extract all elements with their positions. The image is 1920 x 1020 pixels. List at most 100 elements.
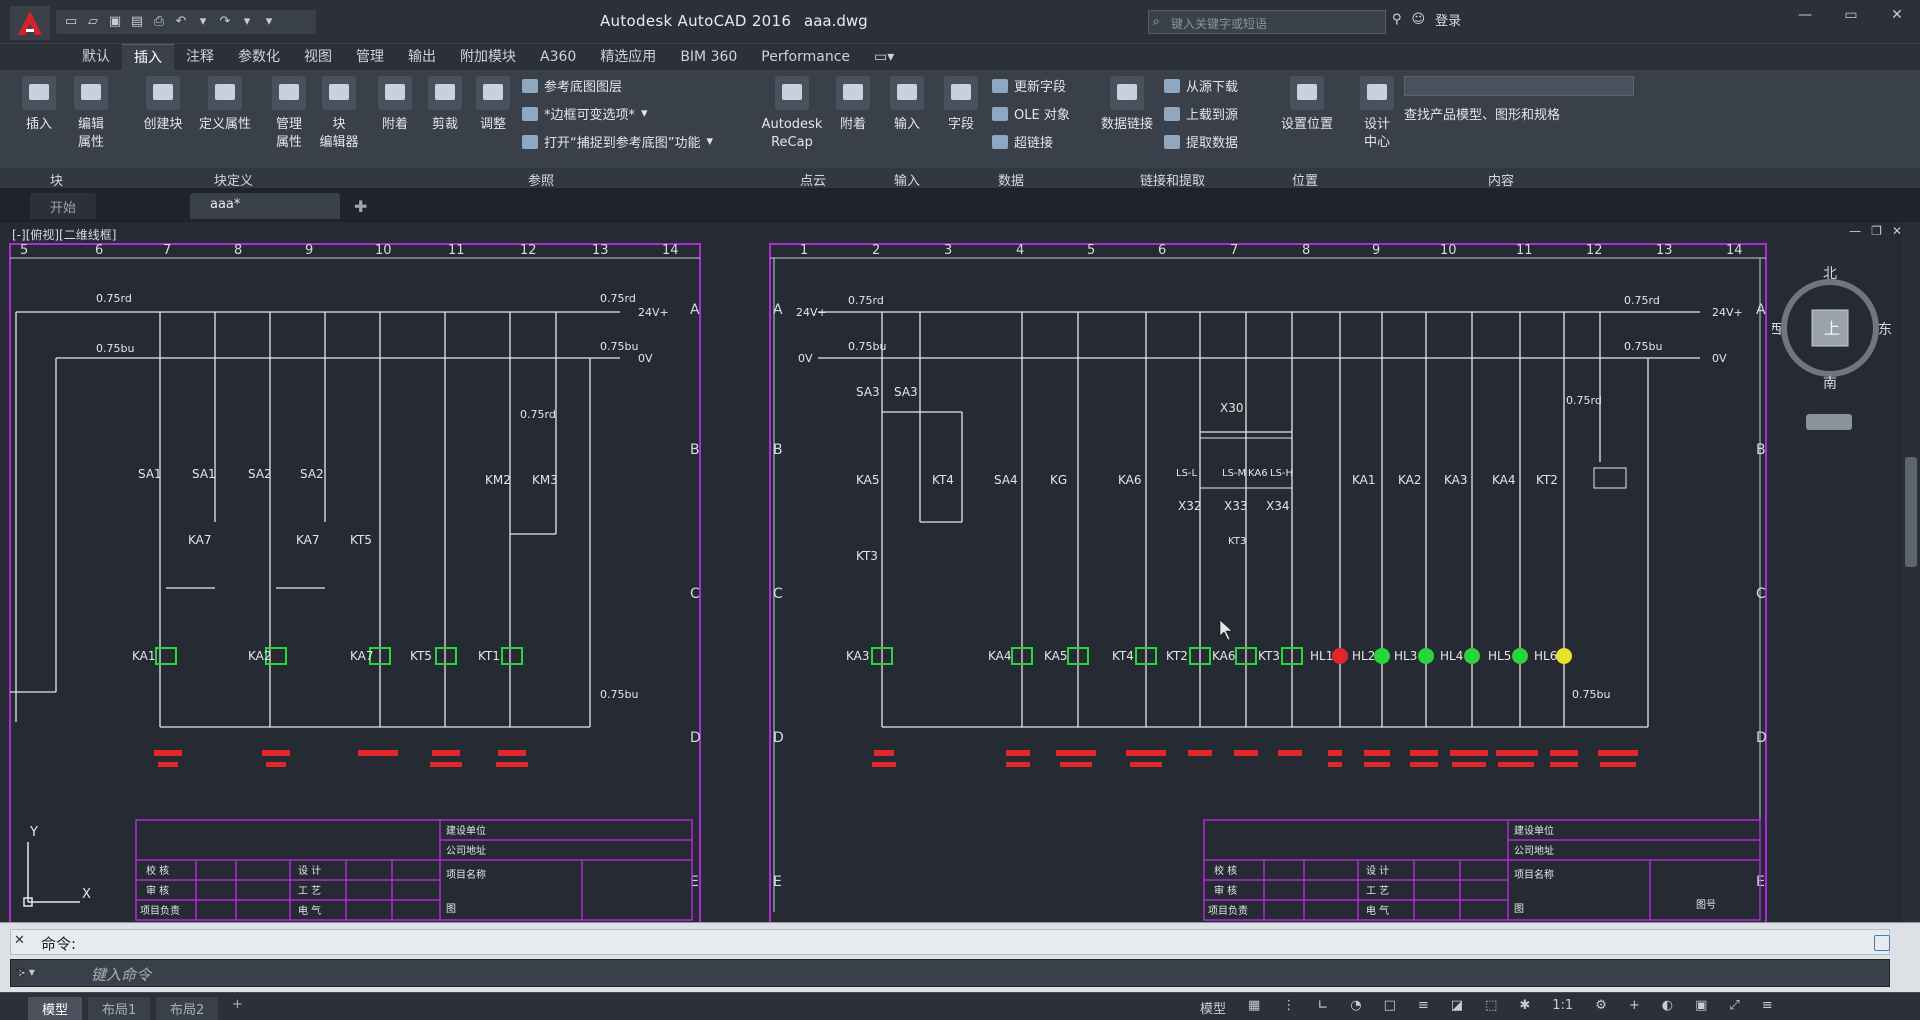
settings-gear-icon[interactable]: ⚙ <box>1595 998 1607 1017</box>
wcs-menu-button[interactable] <box>1806 414 1852 430</box>
panel-label-location[interactable]: 位置 <box>1292 170 1318 189</box>
redo-dropdown-icon[interactable]: ▾ <box>238 13 256 31</box>
saveas-icon[interactable]: ▤ <box>128 13 146 31</box>
command-history-toggle-icon[interactable] <box>1874 935 1890 951</box>
snap-mode-icon[interactable]: ⋮ <box>1282 998 1295 1017</box>
customize-menu-icon[interactable]: ≡ <box>1762 998 1773 1017</box>
ortho-icon[interactable]: ∟ <box>1317 998 1328 1017</box>
tab-addins[interactable]: 附加模块 <box>448 44 528 70</box>
hyperlink-button[interactable]: 超链接 <box>992 132 1053 151</box>
search-input[interactable]: ⌕ 键入关键字或短语 <box>1148 10 1386 34</box>
tab-aaa[interactable]: aaa* <box>190 193 340 219</box>
pointcloud-attach-button[interactable]: 附着 <box>826 76 880 134</box>
plot-icon[interactable]: ⎙ <box>150 13 168 31</box>
selection-cycling-icon[interactable]: ⬚ <box>1485 998 1497 1017</box>
polar-tracking-icon[interactable]: ◔ <box>1350 998 1361 1017</box>
panel-label-block[interactable]: 块 <box>50 170 63 189</box>
tab-insert[interactable]: 插入 <box>122 44 174 70</box>
compass-west-label[interactable]: 西 <box>1768 322 1782 338</box>
upload-to-source-button[interactable]: 上载到源 <box>1164 104 1238 123</box>
data-link-button[interactable]: 数据链接 <box>1096 76 1158 134</box>
design-center-button[interactable]: 设计 中心 <box>1350 76 1404 152</box>
extract-data-button[interactable]: 提取数据 <box>1164 132 1238 151</box>
clean-screen-icon[interactable]: ⤢ <box>1729 998 1739 1017</box>
clip-button[interactable]: 剪裁 <box>418 76 472 134</box>
panel-label-import[interactable]: 输入 <box>894 170 920 189</box>
grid-icon[interactable]: ▦ <box>1248 998 1260 1017</box>
tab-a360[interactable]: A360 <box>528 44 588 70</box>
model-space-label[interactable]: 模型 <box>1200 998 1226 1017</box>
underlay-layers-button[interactable]: 参考底图图层 <box>522 76 622 95</box>
compass-south-label[interactable]: 南 <box>1823 376 1837 392</box>
tab-output[interactable]: 输出 <box>396 44 448 70</box>
scrollbar-thumb[interactable] <box>1905 457 1917 567</box>
open-icon[interactable]: ▱ <box>84 13 102 31</box>
new-tab-icon[interactable]: ✚ <box>354 197 367 216</box>
panel-label-content[interactable]: 内容 <box>1488 170 1514 189</box>
field-button[interactable]: 字段 <box>934 76 988 134</box>
tab-manage[interactable]: 管理 <box>344 44 396 70</box>
close-icon[interactable]: ✕ <box>1874 0 1920 30</box>
tab-featured-apps[interactable]: 精选应用 <box>588 44 668 70</box>
isolate-objects-icon[interactable]: ◐ <box>1662 998 1673 1017</box>
undo-icon[interactable]: ↶ <box>172 13 190 31</box>
annotation-visibility-icon[interactable]: ✱ <box>1519 998 1530 1017</box>
close-command-icon[interactable]: ✕ <box>14 933 25 948</box>
app-menu-button[interactable] <box>10 6 50 40</box>
tab-performance[interactable]: Performance <box>749 44 862 70</box>
wrench-icon[interactable]: ⚒ <box>14 965 27 981</box>
qat-customize-icon[interactable]: ▾ <box>260 13 278 31</box>
tab-bim360[interactable]: BIM 360 <box>668 44 749 70</box>
lineweight-icon[interactable]: ≡ <box>1418 998 1429 1017</box>
tab-layout1[interactable]: 布局1 <box>88 997 151 1020</box>
tab-parametric[interactable]: 参数化 <box>226 44 292 70</box>
create-block-button[interactable]: 创建块 <box>136 76 190 134</box>
snap-underlay-dropdown[interactable]: 打开“捕捉到参考底图”功能 ▾ <box>522 132 713 151</box>
login-label[interactable]: 登录 <box>1435 10 1461 29</box>
hardware-accel-icon[interactable]: ▣ <box>1695 998 1707 1017</box>
panel-label-data[interactable]: 数据 <box>998 170 1024 189</box>
object-snap-icon[interactable]: □ <box>1384 998 1396 1017</box>
attach-button[interactable]: 附着 <box>368 76 422 134</box>
block-editor-button[interactable]: 块 编辑器 <box>312 76 366 152</box>
tab-default[interactable]: 默认 <box>70 44 122 70</box>
frames-vary-dropdown[interactable]: *边框可变选项* ▾ <box>522 104 648 123</box>
tab-annotate[interactable]: 注释 <box>174 44 226 70</box>
tab-start[interactable]: 开始 <box>30 193 97 219</box>
panel-label-block-definition[interactable]: 块定义 <box>214 170 253 189</box>
define-attributes-button[interactable]: 定义属性 <box>198 76 252 134</box>
edit-attributes-button[interactable]: 编辑 属性 <box>64 76 118 152</box>
add-layout-icon[interactable]: + <box>232 997 243 1012</box>
import-button[interactable]: 输入 <box>880 76 934 134</box>
viewcube[interactable]: 上 北 南 东 西 <box>1768 262 1892 402</box>
minimize-icon[interactable]: — <box>1782 0 1828 30</box>
new-icon[interactable]: ▭ <box>62 13 80 31</box>
vertical-scrollbar[interactable] <box>1902 222 1920 922</box>
tab-model[interactable]: 模型 <box>28 997 83 1020</box>
panel-label-linking[interactable]: 链接和提取 <box>1140 170 1205 189</box>
annotation-scale-label[interactable]: 1:1 <box>1552 998 1573 1017</box>
plus-icon[interactable]: + <box>1629 998 1640 1017</box>
compass-north-label[interactable]: 北 <box>1823 266 1837 282</box>
save-icon[interactable]: ▣ <box>106 13 124 31</box>
panel-label-pointcloud[interactable]: 点云 <box>800 170 826 189</box>
adjust-button[interactable]: 调整 <box>466 76 520 134</box>
insert-button[interactable]: 插入 <box>12 76 66 134</box>
panel-label-reference[interactable]: 参照 <box>528 170 554 189</box>
transparency-icon[interactable]: ◪ <box>1451 998 1463 1017</box>
tab-layout2[interactable]: 布局2 <box>156 997 219 1020</box>
login-area[interactable]: ⚲ ☺ 登录 <box>1392 10 1461 29</box>
ribbon-display-toggle-icon[interactable]: ▭▾ <box>862 44 906 70</box>
command-input[interactable]: ▸ ▾ 键入命令 <box>10 959 1890 987</box>
update-fields-button[interactable]: 更新字段 <box>992 76 1066 95</box>
maximize-icon[interactable]: ▭ <box>1828 0 1874 30</box>
undo-dropdown-icon[interactable]: ▾ <box>194 13 212 31</box>
recap-button[interactable]: Autodesk ReCap <box>756 76 828 152</box>
binoculars-icon[interactable]: ⚲ <box>1392 12 1402 27</box>
manage-attributes-button[interactable]: 管理 属性 <box>262 76 316 152</box>
tab-view[interactable]: 视图 <box>292 44 344 70</box>
redo-icon[interactable]: ↷ <box>216 13 234 31</box>
content-search-input[interactable] <box>1404 76 1634 96</box>
drawing-canvas[interactable]: [-][俯视][二维线框] — ❐ ✕ 5 6 7 8 9 10 11 12 1… <box>0 222 1920 922</box>
compass-east-label[interactable]: 东 <box>1878 322 1892 338</box>
